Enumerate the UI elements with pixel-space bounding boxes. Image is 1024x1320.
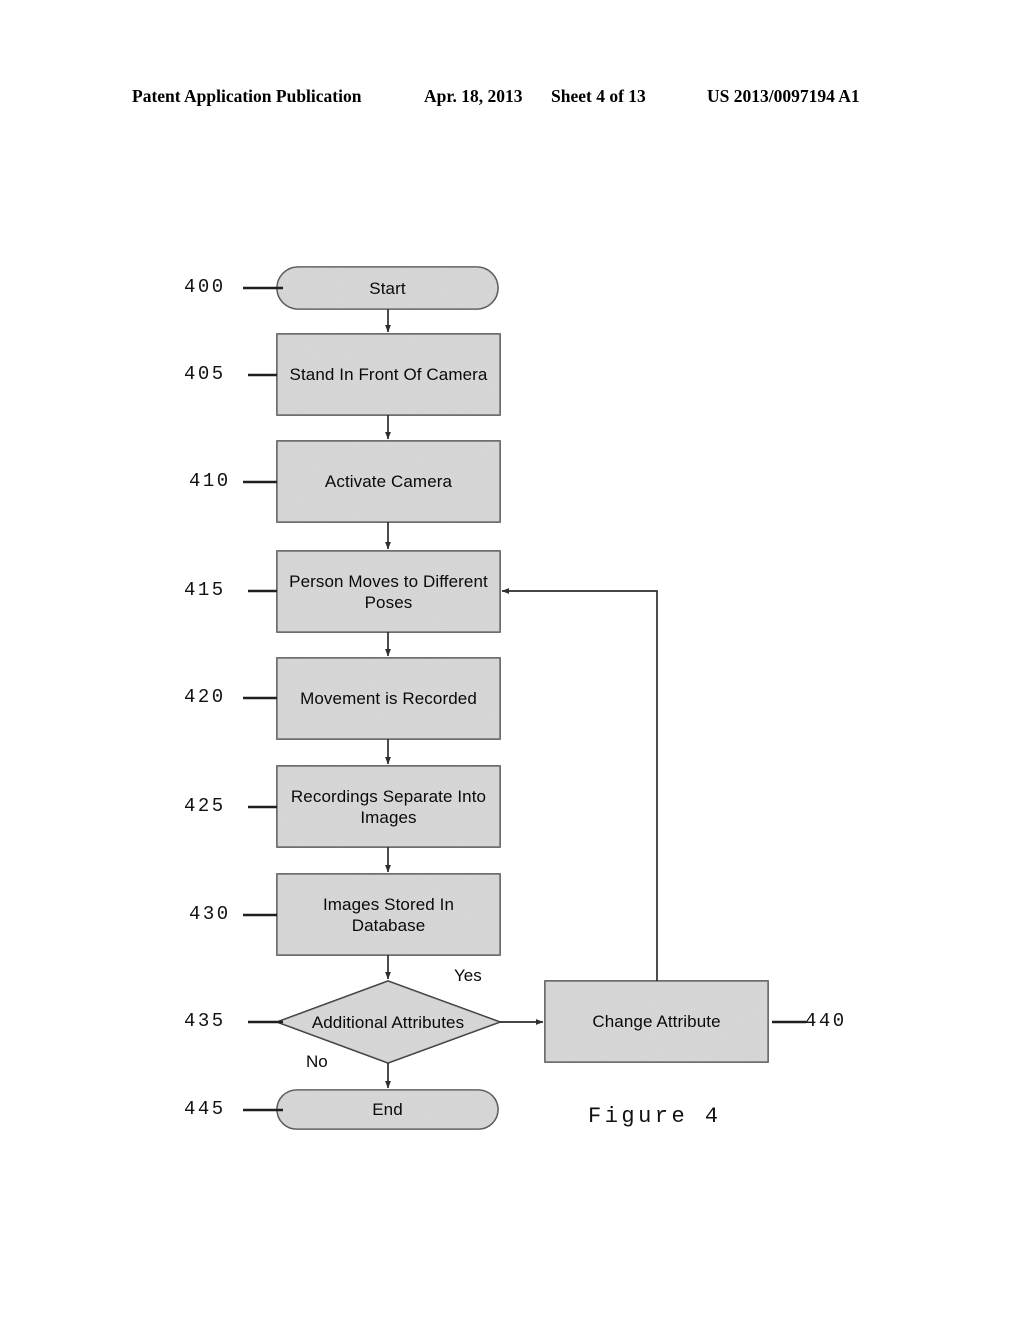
reference-numeral-430: 430 xyxy=(189,903,231,925)
reference-numeral-440: 440 xyxy=(805,1010,847,1032)
figure-caption: Figure 4 xyxy=(588,1104,722,1129)
node-label-435: Additional Attributes xyxy=(311,1012,465,1032)
node-label-405: Stand In Front Of Camera xyxy=(289,365,488,384)
node-label-415: Person Moves to Different Poses xyxy=(289,571,488,612)
flowchart-vector-layer xyxy=(243,266,806,1130)
node-label-410: Activate Camera xyxy=(324,472,453,491)
branch-label-no: No xyxy=(306,1052,328,1071)
node-label-445: End xyxy=(372,1100,403,1119)
reference-numeral-445: 445 xyxy=(184,1098,226,1120)
flowchart-figure: Start Stand In Front Of Camera Activate … xyxy=(0,0,1024,1320)
reference-numeral-400: 400 xyxy=(184,276,226,298)
reference-numeral-415: 415 xyxy=(184,579,226,601)
node-label-430: Images Stored In Database xyxy=(322,894,455,935)
node-label-440: Change Attribute xyxy=(592,1012,721,1031)
reference-numeral-410: 410 xyxy=(189,470,231,492)
connector-440-415-feedback xyxy=(501,587,658,981)
reference-numeral-425: 425 xyxy=(184,795,226,817)
node-label-400: Start xyxy=(369,278,406,298)
reference-numeral-405: 405 xyxy=(184,363,226,385)
reference-numeral-420: 420 xyxy=(184,686,226,708)
node-label-420: Movement is Recorded xyxy=(300,689,477,708)
branch-label-yes: Yes xyxy=(454,966,482,985)
node-label-425: Recordings Separate Into Images xyxy=(290,786,487,827)
reference-numeral-435: 435 xyxy=(184,1010,226,1032)
